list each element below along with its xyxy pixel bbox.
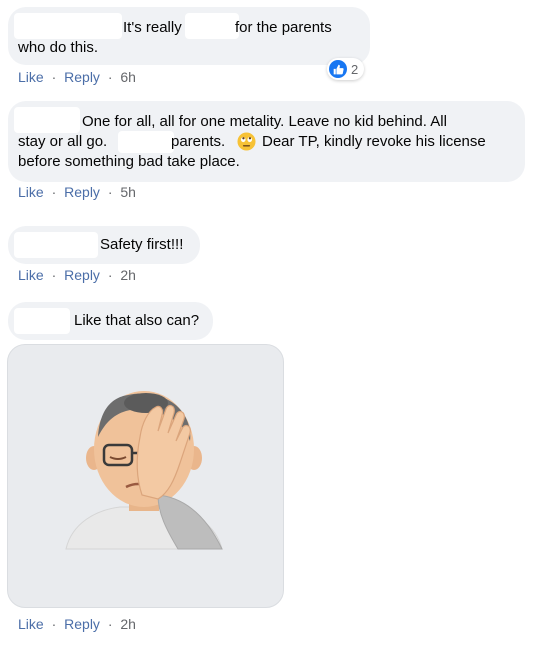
like-link[interactable]: Like xyxy=(18,616,44,632)
reply-link[interactable]: Reply xyxy=(64,267,100,283)
facepalm-memoji-icon xyxy=(65,391,223,550)
timestamp[interactable]: 5h xyxy=(120,184,136,200)
timestamp[interactable]: 2h xyxy=(120,616,136,632)
comment-actions-1: Like · Reply · 6h xyxy=(18,69,136,85)
comment-text: parents. xyxy=(171,133,226,150)
separator: · xyxy=(107,184,113,200)
comment-bubble-1: It's really for the parents who do this. xyxy=(8,7,370,65)
comment-text: for the parents xyxy=(235,19,332,36)
comment-actions-3: Like · Reply · 2h xyxy=(18,267,136,283)
reaction-summary[interactable]: 2 xyxy=(327,58,365,80)
comment-bubble-4: Like that also can? xyxy=(8,302,213,340)
comment-text: Dear TP, kindly revoke his license xyxy=(262,133,486,150)
comment-actions-4: Like · Reply · 2h xyxy=(18,616,136,632)
like-link[interactable]: Like xyxy=(18,267,44,283)
reply-link[interactable]: Reply xyxy=(64,184,100,200)
facepalm-sticker[interactable] xyxy=(7,344,284,608)
reaction-count: 2 xyxy=(351,61,359,77)
comment-text: who do this. xyxy=(18,39,99,56)
separator: · xyxy=(51,616,57,632)
redacted-author-name xyxy=(14,107,80,133)
like-reaction-icon xyxy=(329,60,347,78)
timestamp[interactable]: 6h xyxy=(120,69,136,85)
comment-text: before something bad take place. xyxy=(18,153,240,170)
like-link[interactable]: Like xyxy=(18,184,44,200)
redacted-word xyxy=(185,13,239,39)
separator: · xyxy=(51,184,57,200)
separator: · xyxy=(51,69,57,85)
comment-bubble-3: Safety first!!! xyxy=(8,226,200,264)
redacted-author-name xyxy=(14,308,70,334)
comment-bubble-2: One for all, all for one metality. Leave… xyxy=(8,101,525,182)
comment-text: Like that also can? xyxy=(74,312,200,329)
comment-text: It's really xyxy=(123,19,182,36)
separator: · xyxy=(51,267,57,283)
comment-text: One for all, all for one metality. Leave… xyxy=(82,113,447,130)
redacted-word xyxy=(118,131,174,153)
reply-link[interactable]: Reply xyxy=(64,616,100,632)
comment-text: stay or all go. xyxy=(18,133,108,150)
separator: · xyxy=(107,616,113,632)
rolling-eyes-emoji-icon xyxy=(237,132,256,157)
like-link[interactable]: Like xyxy=(18,69,44,85)
timestamp[interactable]: 2h xyxy=(120,267,136,283)
separator: · xyxy=(107,69,113,85)
reply-link[interactable]: Reply xyxy=(64,69,100,85)
redacted-author-name xyxy=(14,13,122,39)
separator: · xyxy=(107,267,113,283)
comment-actions-2: Like · Reply · 5h xyxy=(18,184,136,200)
comment-text: Safety first!!! xyxy=(100,236,184,253)
redacted-author-name xyxy=(14,232,98,258)
